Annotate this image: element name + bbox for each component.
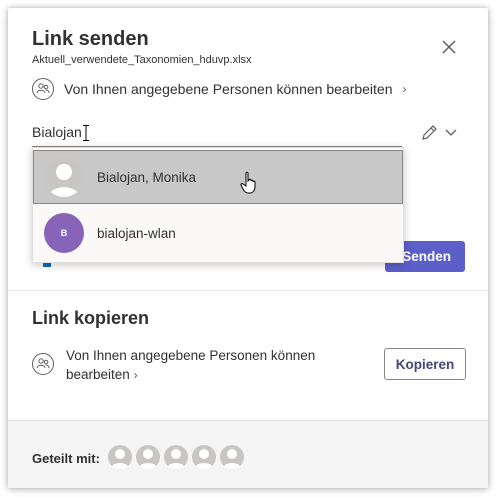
suggestion-dropdown: Bialojan, Monika B bialojan-wlan xyxy=(32,147,404,263)
send-link-dialog: Link senden Aktuell_verwendete_Taxonomie… xyxy=(8,8,488,488)
permission-text: Von Ihnen angegebene Personen können bea… xyxy=(64,81,393,97)
file-name: Aktuell_verwendete_Taxonomien_hduvp.xlsx xyxy=(32,54,252,66)
chevron-right-icon: › xyxy=(133,368,138,382)
copy-permission-line2: bearbeiten xyxy=(66,367,130,382)
person-avatar-icon[interactable] xyxy=(164,445,188,469)
suggestion-name: bialojan-wlan xyxy=(97,225,176,241)
copy-link-title: Link kopieren xyxy=(32,308,150,328)
person-avatar-icon[interactable] xyxy=(220,445,244,469)
suggestion-name: Bialojan, Monika xyxy=(97,169,197,185)
permission-settings-link[interactable]: Von Ihnen angegebene Personen können bea… xyxy=(32,78,407,100)
person-avatar-icon xyxy=(44,157,84,197)
dialog-title: Link senden xyxy=(32,28,149,50)
text-cursor-icon xyxy=(83,125,89,141)
copy-permission-text: Von Ihnen angegebene Personen können bea… xyxy=(66,346,315,385)
section-divider xyxy=(8,290,488,291)
suggestion-item[interactable]: B bialojan-wlan xyxy=(33,206,403,260)
shared-with-label: Geteilt mit: xyxy=(32,451,100,466)
person-avatar-icon[interactable] xyxy=(136,445,160,469)
hand-pointer-icon xyxy=(240,171,256,194)
people-icon xyxy=(32,78,54,100)
copy-permission-line1: Von Ihnen angegebene Personen können xyxy=(66,348,316,363)
shared-avatars xyxy=(108,445,244,469)
person-avatar-icon[interactable] xyxy=(108,445,132,469)
copy-button[interactable]: Kopieren xyxy=(384,348,466,380)
copy-permission-settings-link[interactable]: Von Ihnen angegebene Personen können bea… xyxy=(32,346,332,385)
suggestion-item[interactable]: Bialojan, Monika xyxy=(33,150,403,204)
chevron-down-icon[interactable] xyxy=(444,126,458,140)
initial-avatar: B xyxy=(44,213,84,253)
person-avatar-icon[interactable] xyxy=(192,445,216,469)
people-icon xyxy=(32,353,54,375)
close-icon[interactable] xyxy=(438,36,460,58)
shared-with-footer: Geteilt mit: xyxy=(8,420,488,488)
chevron-right-icon: › xyxy=(402,82,407,96)
pen-icon[interactable] xyxy=(420,124,438,142)
